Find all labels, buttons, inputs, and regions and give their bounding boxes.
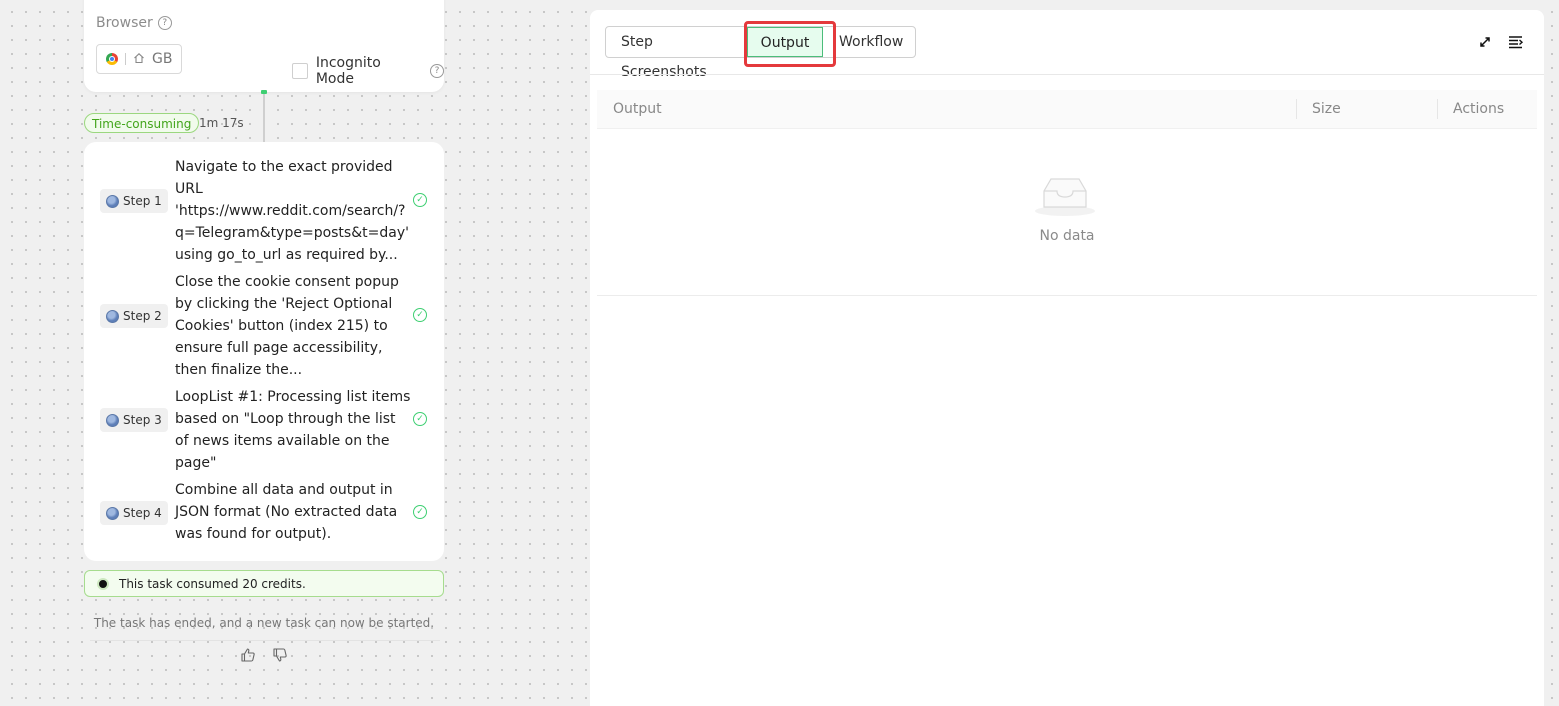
table-header: Output Size Actions bbox=[597, 90, 1537, 129]
step-description: LoopList #1: Processing list items based… bbox=[175, 389, 411, 471]
step-description: Navigate to the exact provided URL 'http… bbox=[175, 159, 409, 263]
time-consuming-badge: Time-consuming bbox=[84, 113, 200, 133]
divider bbox=[125, 53, 126, 65]
tab-step-screenshots[interactable]: Step Screenshots bbox=[606, 27, 747, 80]
globe-icon bbox=[106, 413, 119, 427]
tab-workflow[interactable]: Workflow bbox=[823, 27, 903, 57]
status-dot-icon bbox=[97, 577, 109, 590]
check-circle-icon: ✓ bbox=[413, 193, 427, 207]
browser-title: Browser ? bbox=[96, 15, 172, 31]
tab-output[interactable]: Output bbox=[747, 27, 823, 57]
thumbs-down-icon[interactable] bbox=[271, 646, 289, 664]
duration-text: 1m 17s bbox=[199, 116, 244, 130]
globe-icon bbox=[106, 506, 119, 520]
question-icon[interactable]: ? bbox=[157, 16, 172, 30]
column-header-actions: Actions bbox=[1437, 90, 1537, 128]
step-description: Close the cookie consent popup by clicki… bbox=[175, 274, 399, 378]
task-ended-text: The task has ended, and a new task can n… bbox=[93, 616, 435, 630]
credits-notice: This task consumed 20 credits. bbox=[84, 570, 444, 597]
question-icon[interactable]: ? bbox=[430, 64, 444, 78]
step-tag: Step 1 bbox=[100, 189, 168, 213]
expand-icon[interactable] bbox=[1478, 34, 1492, 53]
check-circle-icon: ✓ bbox=[413, 412, 427, 426]
tab-bar: Step Screenshots Output Workflow bbox=[605, 26, 916, 80]
browser-card: Browser ? GB Incognito Mode ? bbox=[84, 0, 444, 92]
step-tag-label: Step 2 bbox=[123, 309, 162, 323]
table-empty-state: No data bbox=[597, 129, 1537, 296]
browser-title-label: Browser bbox=[96, 15, 153, 31]
globe-icon bbox=[106, 309, 119, 323]
step-tag-label: Step 1 bbox=[123, 194, 162, 208]
steps-card: Step 1 Navigate to the exact provided UR… bbox=[84, 142, 444, 561]
column-header-output: Output bbox=[613, 101, 662, 117]
output-table: Output Size Actions No data bbox=[597, 90, 1537, 296]
step-tag-label: Step 4 bbox=[123, 506, 162, 520]
incognito-checkbox[interactable] bbox=[292, 63, 308, 79]
region-label: GB bbox=[152, 51, 173, 67]
menu-icon[interactable] bbox=[1508, 34, 1524, 53]
panel-actions bbox=[1478, 34, 1524, 53]
divider bbox=[90, 640, 440, 641]
feedback-buttons bbox=[239, 646, 289, 664]
step-tag: Step 2 bbox=[100, 304, 168, 328]
empty-text: No data bbox=[1039, 228, 1095, 244]
column-header-size: Size bbox=[1296, 90, 1437, 128]
step-tag-label: Step 3 bbox=[123, 413, 162, 427]
step-tag: Step 3 bbox=[100, 408, 168, 432]
credits-text: This task consumed 20 credits. bbox=[119, 576, 306, 591]
connector-line bbox=[263, 92, 265, 142]
check-circle-icon: ✓ bbox=[413, 308, 427, 322]
check-circle-icon: ✓ bbox=[413, 505, 427, 519]
thumbs-up-icon[interactable] bbox=[239, 646, 257, 664]
home-icon bbox=[133, 52, 145, 67]
connector-dot bbox=[261, 90, 267, 94]
empty-inbox-icon bbox=[1033, 173, 1097, 221]
chrome-icon bbox=[106, 53, 118, 65]
incognito-label: Incognito Mode bbox=[315, 55, 381, 87]
browser-select[interactable]: GB bbox=[96, 44, 182, 74]
incognito-toggle[interactable]: Incognito Mode ? bbox=[292, 55, 444, 87]
divider bbox=[590, 74, 1544, 75]
output-panel: Step Screenshots Output Workflow Output … bbox=[590, 10, 1544, 706]
globe-icon bbox=[106, 194, 119, 208]
step-tag: Step 4 bbox=[100, 501, 168, 525]
step-description: Combine all data and output in JSON form… bbox=[175, 482, 398, 542]
